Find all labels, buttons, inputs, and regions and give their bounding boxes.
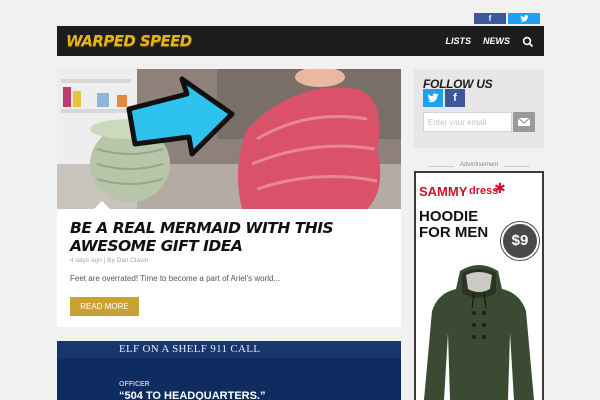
ad-brand: SAMMY xyxy=(419,184,468,199)
twitter-icon[interactable] xyxy=(508,13,540,24)
advertisement-label: Advertisement xyxy=(414,162,544,168)
search-icon[interactable] xyxy=(522,35,534,48)
site-logo[interactable]: WARPED SPEED xyxy=(66,32,192,50)
video-caption-label: OFFICER xyxy=(119,381,150,388)
email-input[interactable] xyxy=(423,112,512,132)
main-nav: LISTS NEWS xyxy=(445,26,534,56)
featured-article-card: BE A REAL MERMAID WITH THIS AWESOME GIFT… xyxy=(57,69,401,327)
featured-image[interactable] xyxy=(57,69,401,209)
article-excerpt: Feet are overrated! Time to become a par… xyxy=(70,274,281,283)
image-caption-notch xyxy=(93,201,111,210)
facebook-follow-button[interactable]: f xyxy=(445,89,465,107)
ad-headline-line2: FOR MEN xyxy=(419,224,489,241)
advertisement-banner[interactable]: SAMMY dress ✱ HOODIE FOR MEN $9 xyxy=(414,171,544,400)
ad-headline-line1: HOODIE xyxy=(419,208,479,225)
hoodie-product-image xyxy=(424,265,534,400)
nav-news[interactable]: NEWS xyxy=(483,36,510,46)
article-title[interactable]: BE A REAL MERMAID WITH THIS AWESOME GIFT… xyxy=(70,219,390,255)
ad-brand-star-icon: ✱ xyxy=(494,180,506,196)
twitter-follow-button[interactable] xyxy=(423,89,443,107)
facebook-icon[interactable]: f xyxy=(474,13,506,24)
nav-lists[interactable]: LISTS xyxy=(445,36,471,46)
read-more-button[interactable]: READ MORE xyxy=(70,297,139,316)
second-article-card[interactable]: ELF ON A SHELF 911 CALL OFFICER “504 TO … xyxy=(57,341,401,400)
top-social-bar: f xyxy=(474,13,540,24)
follow-us-widget: FOLLOW US f xyxy=(414,69,544,148)
video-caption-quote: “504 TO HEADQUARTERS.” xyxy=(119,390,266,400)
site-header: WARPED SPEED LISTS NEWS xyxy=(57,26,544,56)
video-banner-text: ELF ON A SHELF 911 CALL xyxy=(57,341,401,358)
article-meta: 4 days ago | By Dan Clavin xyxy=(70,257,149,264)
ad-price-badge: $9 xyxy=(501,222,539,260)
email-subscribe-button[interactable] xyxy=(513,112,535,132)
